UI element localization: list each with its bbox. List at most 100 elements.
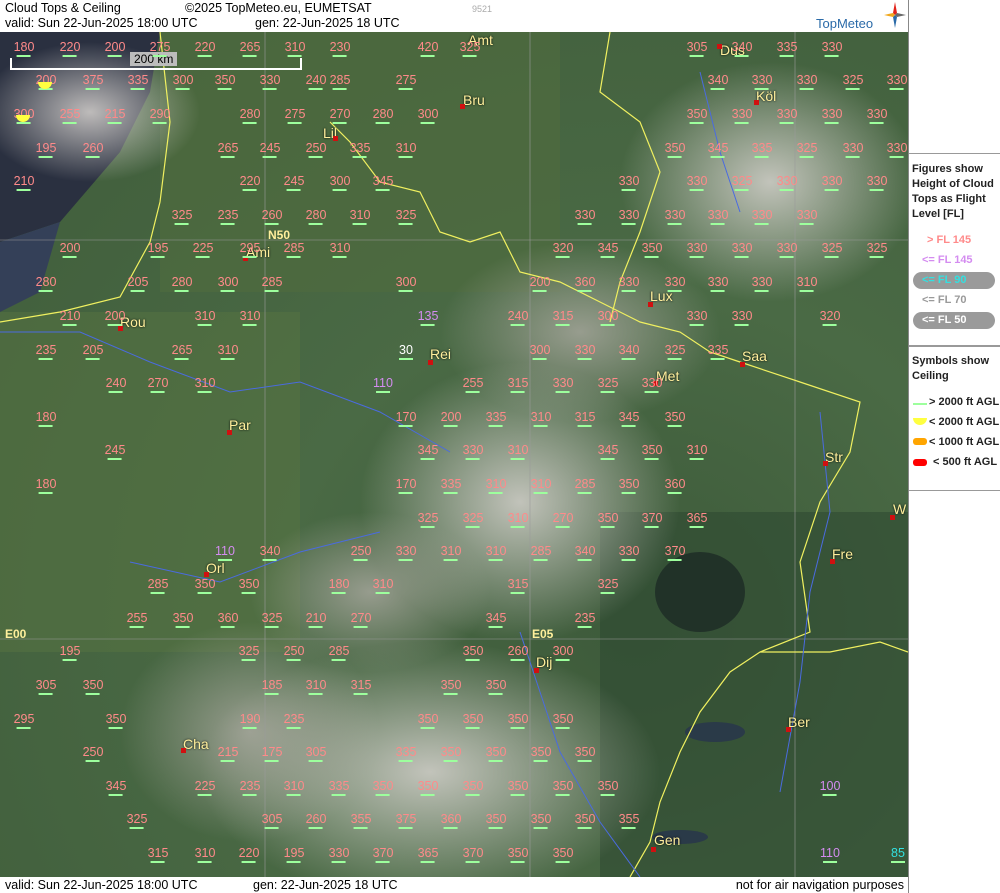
city-marker bbox=[227, 430, 232, 435]
cloud-top-value: 325 bbox=[867, 242, 888, 258]
cloud-top-value: 310 bbox=[508, 512, 529, 528]
cloud-top-value: 350 bbox=[106, 713, 127, 729]
valid-time: valid: Sun 22-Jun-2025 18:00 UTC bbox=[5, 16, 198, 30]
cloud-top-value: 220 bbox=[239, 847, 260, 863]
legend-fl-145: <= FL 145 bbox=[922, 254, 973, 266]
legend-ceiling-below-1000: < 1000 ft AGL bbox=[929, 436, 1000, 448]
cloud-top-value: 280 bbox=[172, 276, 193, 292]
ceiling-line-icon bbox=[913, 403, 927, 405]
cloud-top-value: 330 bbox=[732, 108, 753, 124]
cloud-top-value: 290 bbox=[150, 108, 171, 124]
cloud-top-value: 260 bbox=[508, 645, 529, 661]
cloud-top-value: 370 bbox=[373, 847, 394, 863]
cloud-top-value: 245 bbox=[284, 175, 305, 191]
city-label-cha: Cha bbox=[183, 736, 209, 752]
cloud-top-value: 325 bbox=[396, 209, 417, 225]
cloud-top-value: 320 bbox=[553, 242, 574, 258]
cloud-top-value: 300 bbox=[173, 74, 194, 90]
cloud-top-value: 245 bbox=[105, 444, 126, 460]
cloud-top-value: 330 bbox=[665, 276, 686, 292]
city-label-par: Par bbox=[229, 417, 251, 433]
cloud-top-value: 330 bbox=[575, 209, 596, 225]
cloud-top-value: 180 bbox=[36, 411, 57, 427]
cloud-top-value: 315 bbox=[508, 377, 529, 393]
cloud-top-value: 330 bbox=[575, 344, 596, 360]
cloud-top-value: 300 bbox=[218, 276, 239, 292]
cloud-top-value: 335 bbox=[350, 142, 371, 158]
cloud-top-value: 330 bbox=[260, 74, 281, 90]
city-label-saa: Saa bbox=[742, 348, 767, 364]
legend-ceiling-below-500: < 500 ft AGL bbox=[933, 456, 998, 468]
cloud-top-value: 310 bbox=[285, 41, 306, 57]
cloud-top-value: 330 bbox=[329, 847, 350, 863]
cloud-top-value: 350 bbox=[665, 142, 686, 158]
cloud-top-value: 100 bbox=[820, 780, 841, 796]
cloud-top-value: 325 bbox=[460, 41, 481, 57]
cloud-top-value: 310 bbox=[195, 847, 216, 863]
cloud-top-value: 355 bbox=[351, 813, 372, 829]
cloud-top-value: 310 bbox=[330, 242, 351, 258]
grid-label-n50: N50 bbox=[268, 228, 291, 242]
cloud-top-value: 350 bbox=[173, 612, 194, 628]
cloud-top-value: 110 bbox=[215, 545, 235, 561]
cloud-top-value: 285 bbox=[575, 478, 596, 494]
cloud-top-value: 325 bbox=[172, 209, 193, 225]
ceiling-yellow-icon bbox=[913, 418, 927, 425]
cloud-top-value: 330 bbox=[708, 209, 729, 225]
cloud-top-value: 270 bbox=[330, 108, 351, 124]
satellite-map[interactable]: 200 km N50 E00 E05 Dus Köl Bru Lil Ami Rou Rei… bbox=[0, 32, 908, 877]
legend-panel: Figures show Height of Cloud Tops as Fli… bbox=[908, 0, 1000, 893]
cloud-top-value: 325 bbox=[239, 645, 260, 661]
cloud-top-value: 360 bbox=[441, 813, 462, 829]
cloud-top-value: 285 bbox=[262, 276, 283, 292]
cloud-top-value: 185 bbox=[262, 679, 283, 695]
cloud-top-value: 325 bbox=[843, 74, 864, 90]
city-label-rei: Rei bbox=[430, 346, 452, 362]
cloud-top-value: 235 bbox=[36, 344, 57, 360]
city-label-fre: Fre bbox=[832, 546, 853, 562]
cloud-top-value: 350 bbox=[575, 813, 596, 829]
city-marker bbox=[890, 515, 895, 520]
cloud-top-value: 180 bbox=[329, 578, 350, 594]
cloud-top-value: 310 bbox=[306, 679, 327, 695]
cloud-top-value: 340 bbox=[708, 74, 729, 90]
cloud-top-value: 110 bbox=[373, 377, 393, 393]
cloud-top-value: 255 bbox=[60, 108, 81, 124]
cloud-top-value: 240 bbox=[106, 377, 127, 393]
cloud-top-value: 220 bbox=[195, 41, 216, 57]
cloud-top-value: 375 bbox=[396, 813, 417, 829]
cloud-top-value: 340 bbox=[575, 545, 596, 561]
cloud-top-value: 315 bbox=[148, 847, 169, 863]
city-marker bbox=[118, 326, 123, 331]
cloud-top-value: 330 bbox=[619, 276, 640, 292]
cloud-top-value: 200 bbox=[105, 310, 126, 326]
cloud-top-value: 370 bbox=[665, 545, 686, 561]
cloud-top-value: 325 bbox=[797, 142, 818, 158]
cloud-top-value: 225 bbox=[193, 242, 214, 258]
cloud-top-value: 350 bbox=[463, 780, 484, 796]
cloud-top-value: 235 bbox=[218, 209, 239, 225]
cloud-top-value: 350 bbox=[486, 746, 507, 762]
cloud-top-value: 300 bbox=[396, 276, 417, 292]
cloud-top-value: 305 bbox=[687, 41, 708, 57]
cloud-top-value: 330 bbox=[732, 242, 753, 258]
cloud-top-value: 360 bbox=[665, 478, 686, 494]
topmeteo-logo[interactable]: TopMeteo bbox=[808, 2, 908, 32]
cloud-top-value: 270 bbox=[148, 377, 169, 393]
ceiling-legend: Symbols show Ceiling > 2000 ft AGL < 200… bbox=[909, 345, 1000, 491]
cloud-top-value: 110 bbox=[820, 847, 840, 863]
cloud-top-value: 350 bbox=[508, 847, 529, 863]
city-label-bru: Bru bbox=[463, 92, 485, 108]
cloud-top-value: 210 bbox=[14, 175, 35, 191]
cloud-top-value: 275 bbox=[285, 108, 306, 124]
cloud-top-value: 200 bbox=[530, 276, 551, 292]
cloud-top-value: 350 bbox=[575, 746, 596, 762]
image-code: 9521 bbox=[472, 4, 493, 14]
cloud-top-value: 350 bbox=[239, 578, 260, 594]
cloud-top-value: 210 bbox=[60, 310, 81, 326]
cloud-top-value: 330 bbox=[822, 41, 843, 57]
cloud-top-value: 195 bbox=[148, 242, 169, 258]
cloud-top-value: 350 bbox=[418, 713, 439, 729]
cloud-top-value: 295 bbox=[14, 713, 35, 729]
cloud-top-value: 225 bbox=[195, 780, 216, 796]
